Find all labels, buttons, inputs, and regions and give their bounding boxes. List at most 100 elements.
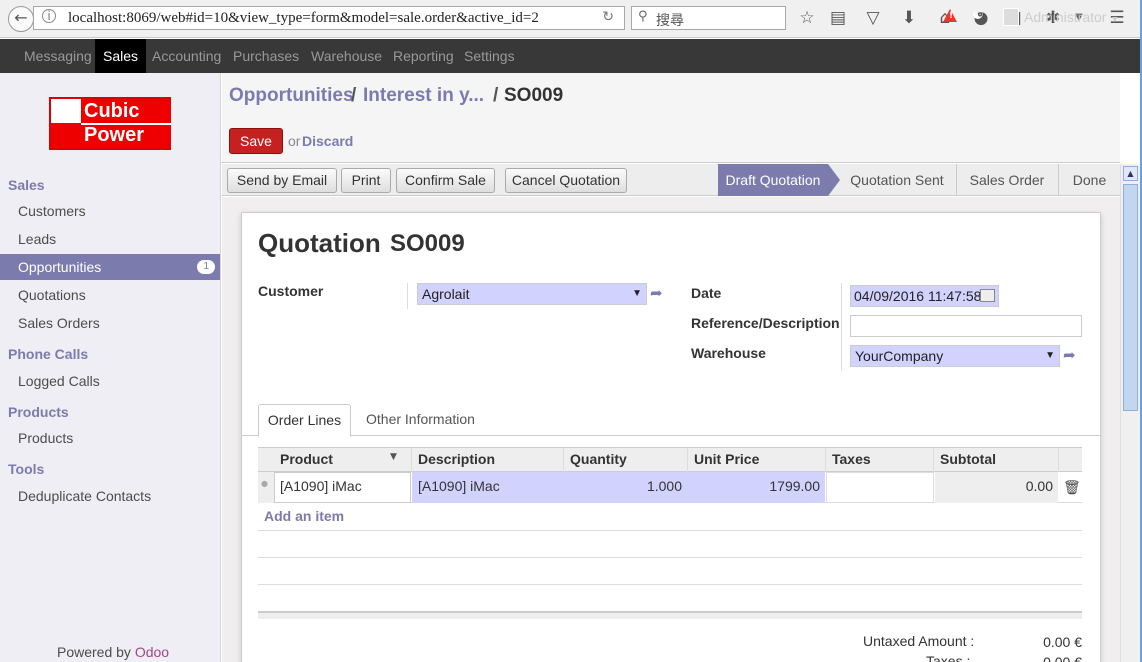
- avatar[interactable]: [1003, 8, 1019, 26]
- breadcrumb-opportunity[interactable]: Interest in y...: [363, 85, 484, 107]
- discard-button[interactable]: Discard: [302, 133, 353, 149]
- section-products: Products: [8, 404, 69, 420]
- customer-field[interactable]: Agrolait ▼: [417, 283, 647, 305]
- column-taxes[interactable]: Taxes: [832, 451, 871, 467]
- form-title: Quotation: [258, 228, 381, 258]
- column-divider: [1058, 448, 1059, 472]
- warehouse-field[interactable]: YourCompany ▼: [850, 345, 1060, 367]
- breadcrumb-current: SO009: [504, 85, 564, 106]
- search-placeholder: 搜尋: [656, 13, 684, 29]
- back-button[interactable]: ←: [8, 6, 34, 32]
- top-navigation: Messaging Sales Accounting Purchases War…: [0, 39, 1142, 73]
- chevron-down-icon: ▼: [1045, 350, 1055, 361]
- trash-icon[interactable]: 🗑: [1063, 480, 1081, 496]
- confirm-sale-button[interactable]: Confirm Sale: [396, 168, 495, 193]
- scrollbar[interactable]: ▲: [1120, 164, 1140, 662]
- tab-order-lines[interactable]: Order Lines: [258, 404, 351, 437]
- date-field[interactable]: 04/09/2016 11:47:58: [850, 285, 999, 307]
- sidebar-item-logged-calls[interactable]: Logged Calls: [0, 368, 220, 394]
- url-text: localhost:8069/web#id=10&view_type=form&…: [68, 10, 539, 26]
- column-divider: [411, 448, 412, 472]
- external-link-icon[interactable]: ➦: [1063, 346, 1076, 364]
- messaging-icon[interactable]: ☯: [972, 8, 984, 23]
- description-value[interactable]: [A1090] iMac: [418, 478, 500, 494]
- nav-settings[interactable]: Settings: [456, 39, 523, 73]
- add-item-link[interactable]: Add an item: [264, 508, 344, 524]
- reading-list-icon[interactable]: ▤: [827, 8, 849, 28]
- sidebar-item-deduplicate-contacts[interactable]: Deduplicate Contacts: [0, 483, 220, 509]
- browser-search-input[interactable]: ⚲ 搜尋: [631, 6, 786, 30]
- date-value: 04/09/2016 11:47:58: [854, 288, 982, 304]
- download-icon[interactable]: ⬇: [898, 8, 920, 28]
- sidebar-item-opportunities[interactable]: Opportunities 1: [0, 254, 220, 280]
- logo-text-top: Cubic: [84, 100, 140, 122]
- sidebar-item-sales-orders[interactable]: Sales Orders: [0, 310, 220, 336]
- print-button[interactable]: Print: [341, 168, 391, 193]
- sidebar-item-customers[interactable]: Customers: [0, 198, 220, 224]
- sidebar-item-products[interactable]: Products: [0, 425, 220, 451]
- scrollbar-thumb[interactable]: [1123, 184, 1138, 411]
- column-divider: [563, 448, 564, 472]
- nav-accounting[interactable]: Accounting: [144, 39, 229, 73]
- calendar-icon[interactable]: [980, 289, 995, 302]
- nav-warehouse[interactable]: Warehouse: [303, 39, 390, 73]
- sort-down-icon[interactable]: ▼: [390, 452, 397, 462]
- cancel-quotation-button[interactable]: Cancel Quotation: [505, 168, 627, 193]
- column-divider: [825, 448, 826, 472]
- stage-draft-quotation[interactable]: Draft Quotation: [718, 164, 828, 196]
- stage-quotation-sent[interactable]: Quotation Sent: [842, 164, 952, 196]
- stage-sales-order[interactable]: Sales Order: [962, 164, 1052, 196]
- search-icon: ⚲: [638, 9, 648, 24]
- warehouse-value: YourCompany: [855, 348, 944, 364]
- date-label: Date: [691, 285, 722, 301]
- column-divider: [687, 448, 688, 472]
- table-footer: [258, 611, 1082, 619]
- column-unit-price[interactable]: Unit Price: [694, 451, 759, 467]
- tab-other-information[interactable]: Other Information: [366, 411, 475, 427]
- breadcrumb-separator: /: [493, 85, 499, 106]
- reload-icon[interactable]: ↻: [602, 9, 614, 25]
- order-number: SO009: [390, 230, 465, 257]
- save-button[interactable]: Save: [229, 128, 283, 154]
- unit-price-value[interactable]: 1799.00: [688, 478, 820, 494]
- odoo-link[interactable]: Odoo: [135, 644, 169, 660]
- external-link-icon[interactable]: ➦: [650, 284, 663, 302]
- address-bar[interactable]: i localhost:8069/web#id=10&view_type=for…: [33, 6, 625, 30]
- column-product[interactable]: Product: [280, 451, 333, 467]
- column-subtotal[interactable]: Subtotal: [940, 451, 996, 467]
- nav-reporting[interactable]: Reporting: [385, 39, 462, 73]
- user-menu[interactable]: Administrator ▼: [1024, 0, 1119, 36]
- pocket-icon[interactable]: ▽: [862, 8, 884, 28]
- sidebar-item-leads[interactable]: Leads: [0, 226, 220, 252]
- send-by-email-button[interactable]: Send by Email: [227, 168, 337, 193]
- powered-by: Powered by Odoo: [57, 644, 169, 660]
- column-quantity[interactable]: Quantity: [570, 451, 627, 467]
- untaxed-amount-value: 0.00 €: [1043, 634, 1082, 650]
- reference-input[interactable]: [850, 315, 1082, 337]
- warning-mark: !: [949, 11, 954, 21]
- chevron-down-icon: ▼: [1110, 14, 1120, 24]
- customer-value: Agrolait: [422, 286, 470, 302]
- chevron-down-icon: ▼: [632, 288, 642, 299]
- nav-messaging[interactable]: Messaging: [16, 39, 100, 73]
- site-info-icon[interactable]: i: [42, 9, 56, 23]
- column-divider: [933, 448, 934, 472]
- sidebar-item-quotations[interactable]: Quotations: [0, 282, 220, 308]
- company-logo[interactable]: Cubic Power: [49, 97, 171, 150]
- section-tools: Tools: [8, 461, 45, 477]
- stage-divider: [1058, 164, 1059, 196]
- breadcrumb-separator: /: [351, 85, 357, 106]
- stage-done[interactable]: Done: [1067, 164, 1112, 196]
- quantity-value[interactable]: 1.000: [564, 478, 682, 494]
- breadcrumb-opportunities[interactable]: Opportunities: [229, 85, 354, 107]
- untaxed-amount-label: Untaxed Amount :: [863, 633, 975, 649]
- form-sheet: [241, 212, 1101, 662]
- table-empty-row: [258, 530, 1082, 531]
- nav-purchases[interactable]: Purchases: [225, 39, 307, 73]
- nav-sales[interactable]: Sales: [95, 39, 147, 73]
- column-description[interactable]: Description: [418, 451, 495, 467]
- taxes-cell[interactable]: [826, 472, 934, 503]
- bookmark-star-icon[interactable]: ☆: [796, 8, 818, 28]
- powered-by-text: Powered by: [57, 644, 131, 660]
- scroll-up-icon[interactable]: ▲: [1123, 166, 1138, 181]
